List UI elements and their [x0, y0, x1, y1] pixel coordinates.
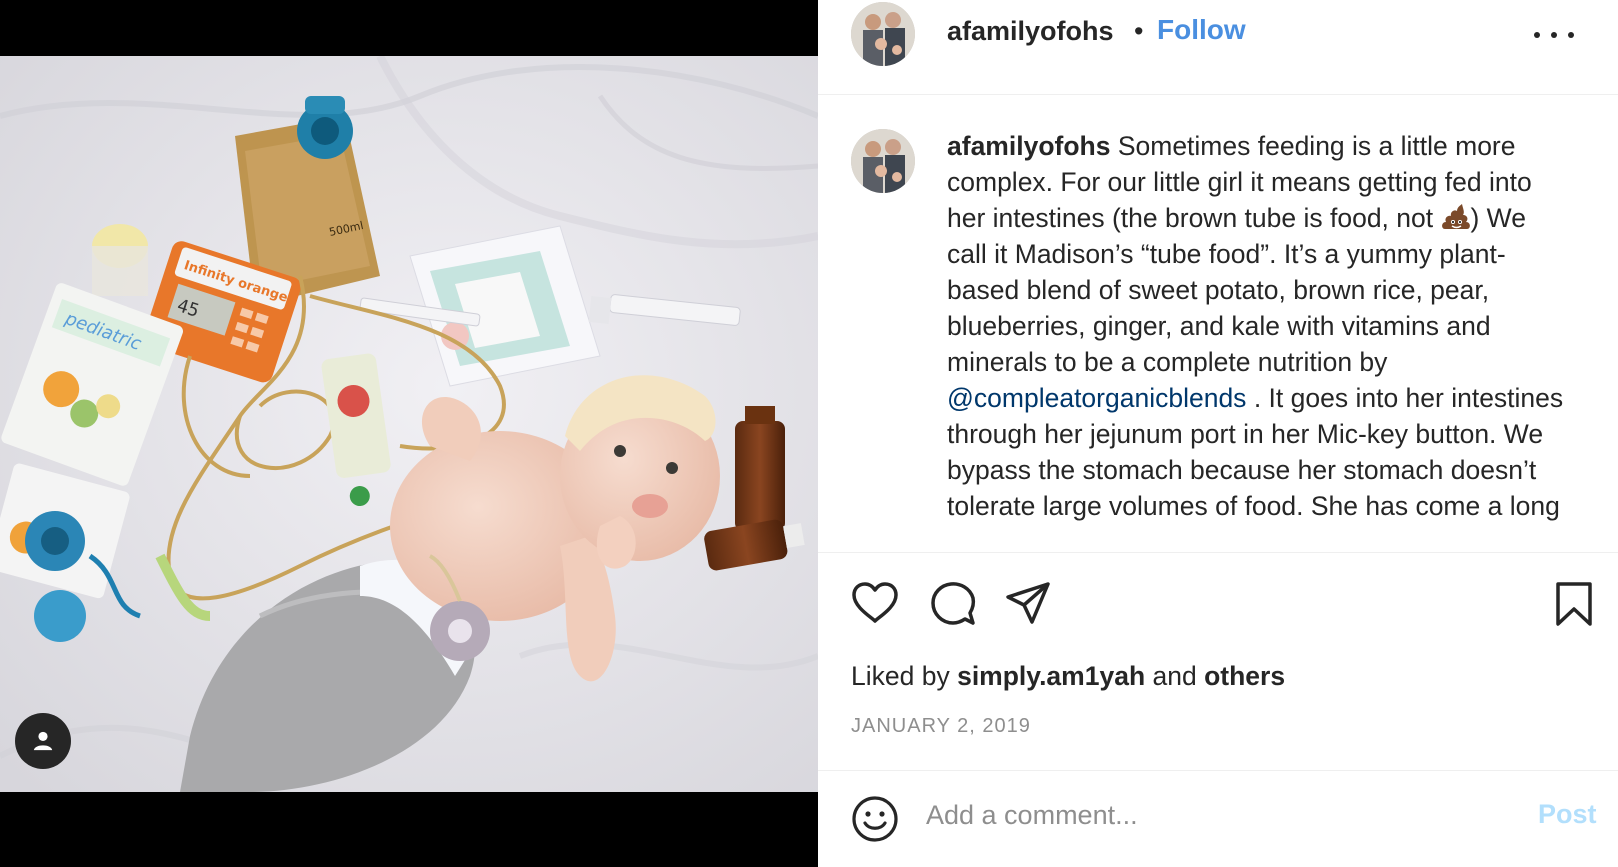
more-dot [1568, 32, 1574, 38]
post-view: 500ml Infinity orange 45 pediatric afami… [0, 0, 1618, 867]
save-button[interactable] [1554, 581, 1594, 632]
likes-user-link[interactable]: simply.am1yah [957, 661, 1145, 691]
emoji-picker-button[interactable] [851, 795, 899, 848]
post-media: 500ml Infinity orange 45 pediatric [0, 0, 818, 867]
like-button[interactable] [851, 581, 899, 630]
likes-summary: Liked by simply.am1yah and others [851, 661, 1285, 692]
post-date[interactable]: JANUARY 2, 2019 [851, 715, 1031, 738]
post-comment-button[interactable]: Post [1538, 799, 1597, 830]
photo-illustration: 500ml Infinity orange 45 pediatric [0, 56, 818, 792]
post-author-username[interactable]: afamilyofohs [947, 16, 1114, 47]
post-actions: Liked by simply.am1yah and others JANUAR… [818, 552, 1618, 770]
comment-bar: Post [818, 770, 1618, 867]
comment-icon [931, 582, 976, 625]
family-avatar-image [851, 2, 915, 66]
poop-emoji-icon [1441, 204, 1470, 229]
user-tag-icon [33, 731, 53, 751]
bookmark-icon [1556, 582, 1592, 626]
avatar[interactable] [851, 2, 915, 66]
likes-prefix: Liked by [851, 661, 950, 691]
caption-mention-link[interactable]: @compleatorganicblends [947, 383, 1246, 413]
heart-icon [852, 582, 898, 623]
post-header: afamilyofohs • Follow [818, 0, 1618, 95]
comment-input[interactable] [926, 793, 1486, 837]
tagged-users-button[interactable] [15, 713, 71, 769]
caption-avatar[interactable] [851, 129, 915, 193]
caption-text: afamilyofohs Sometimes feeding is a litt… [947, 128, 1567, 524]
bottle-cap [92, 224, 148, 296]
smiley-icon [852, 796, 898, 842]
likes-conjunction: and [1152, 661, 1197, 691]
header-separator: • [1134, 16, 1144, 46]
comment-button[interactable] [929, 580, 977, 633]
post-side-panel: afamilyofohs • Follow afamilyofohs Somet… [818, 0, 1618, 867]
more-horizontal-icon [1534, 32, 1540, 38]
likes-others-link[interactable]: others [1204, 661, 1285, 691]
share-button[interactable] [1005, 581, 1051, 632]
follow-button[interactable]: Follow [1157, 14, 1246, 46]
caption-username[interactable]: afamilyofohs [947, 131, 1110, 161]
more-dot [1551, 32, 1557, 38]
caption-section: afamilyofohs Sometimes feeding is a litt… [818, 96, 1618, 552]
more-options-button[interactable] [1534, 20, 1574, 50]
share-icon [1006, 582, 1050, 624]
family-avatar-image [851, 129, 915, 193]
post-photo[interactable]: 500ml Infinity orange 45 pediatric [0, 56, 818, 792]
